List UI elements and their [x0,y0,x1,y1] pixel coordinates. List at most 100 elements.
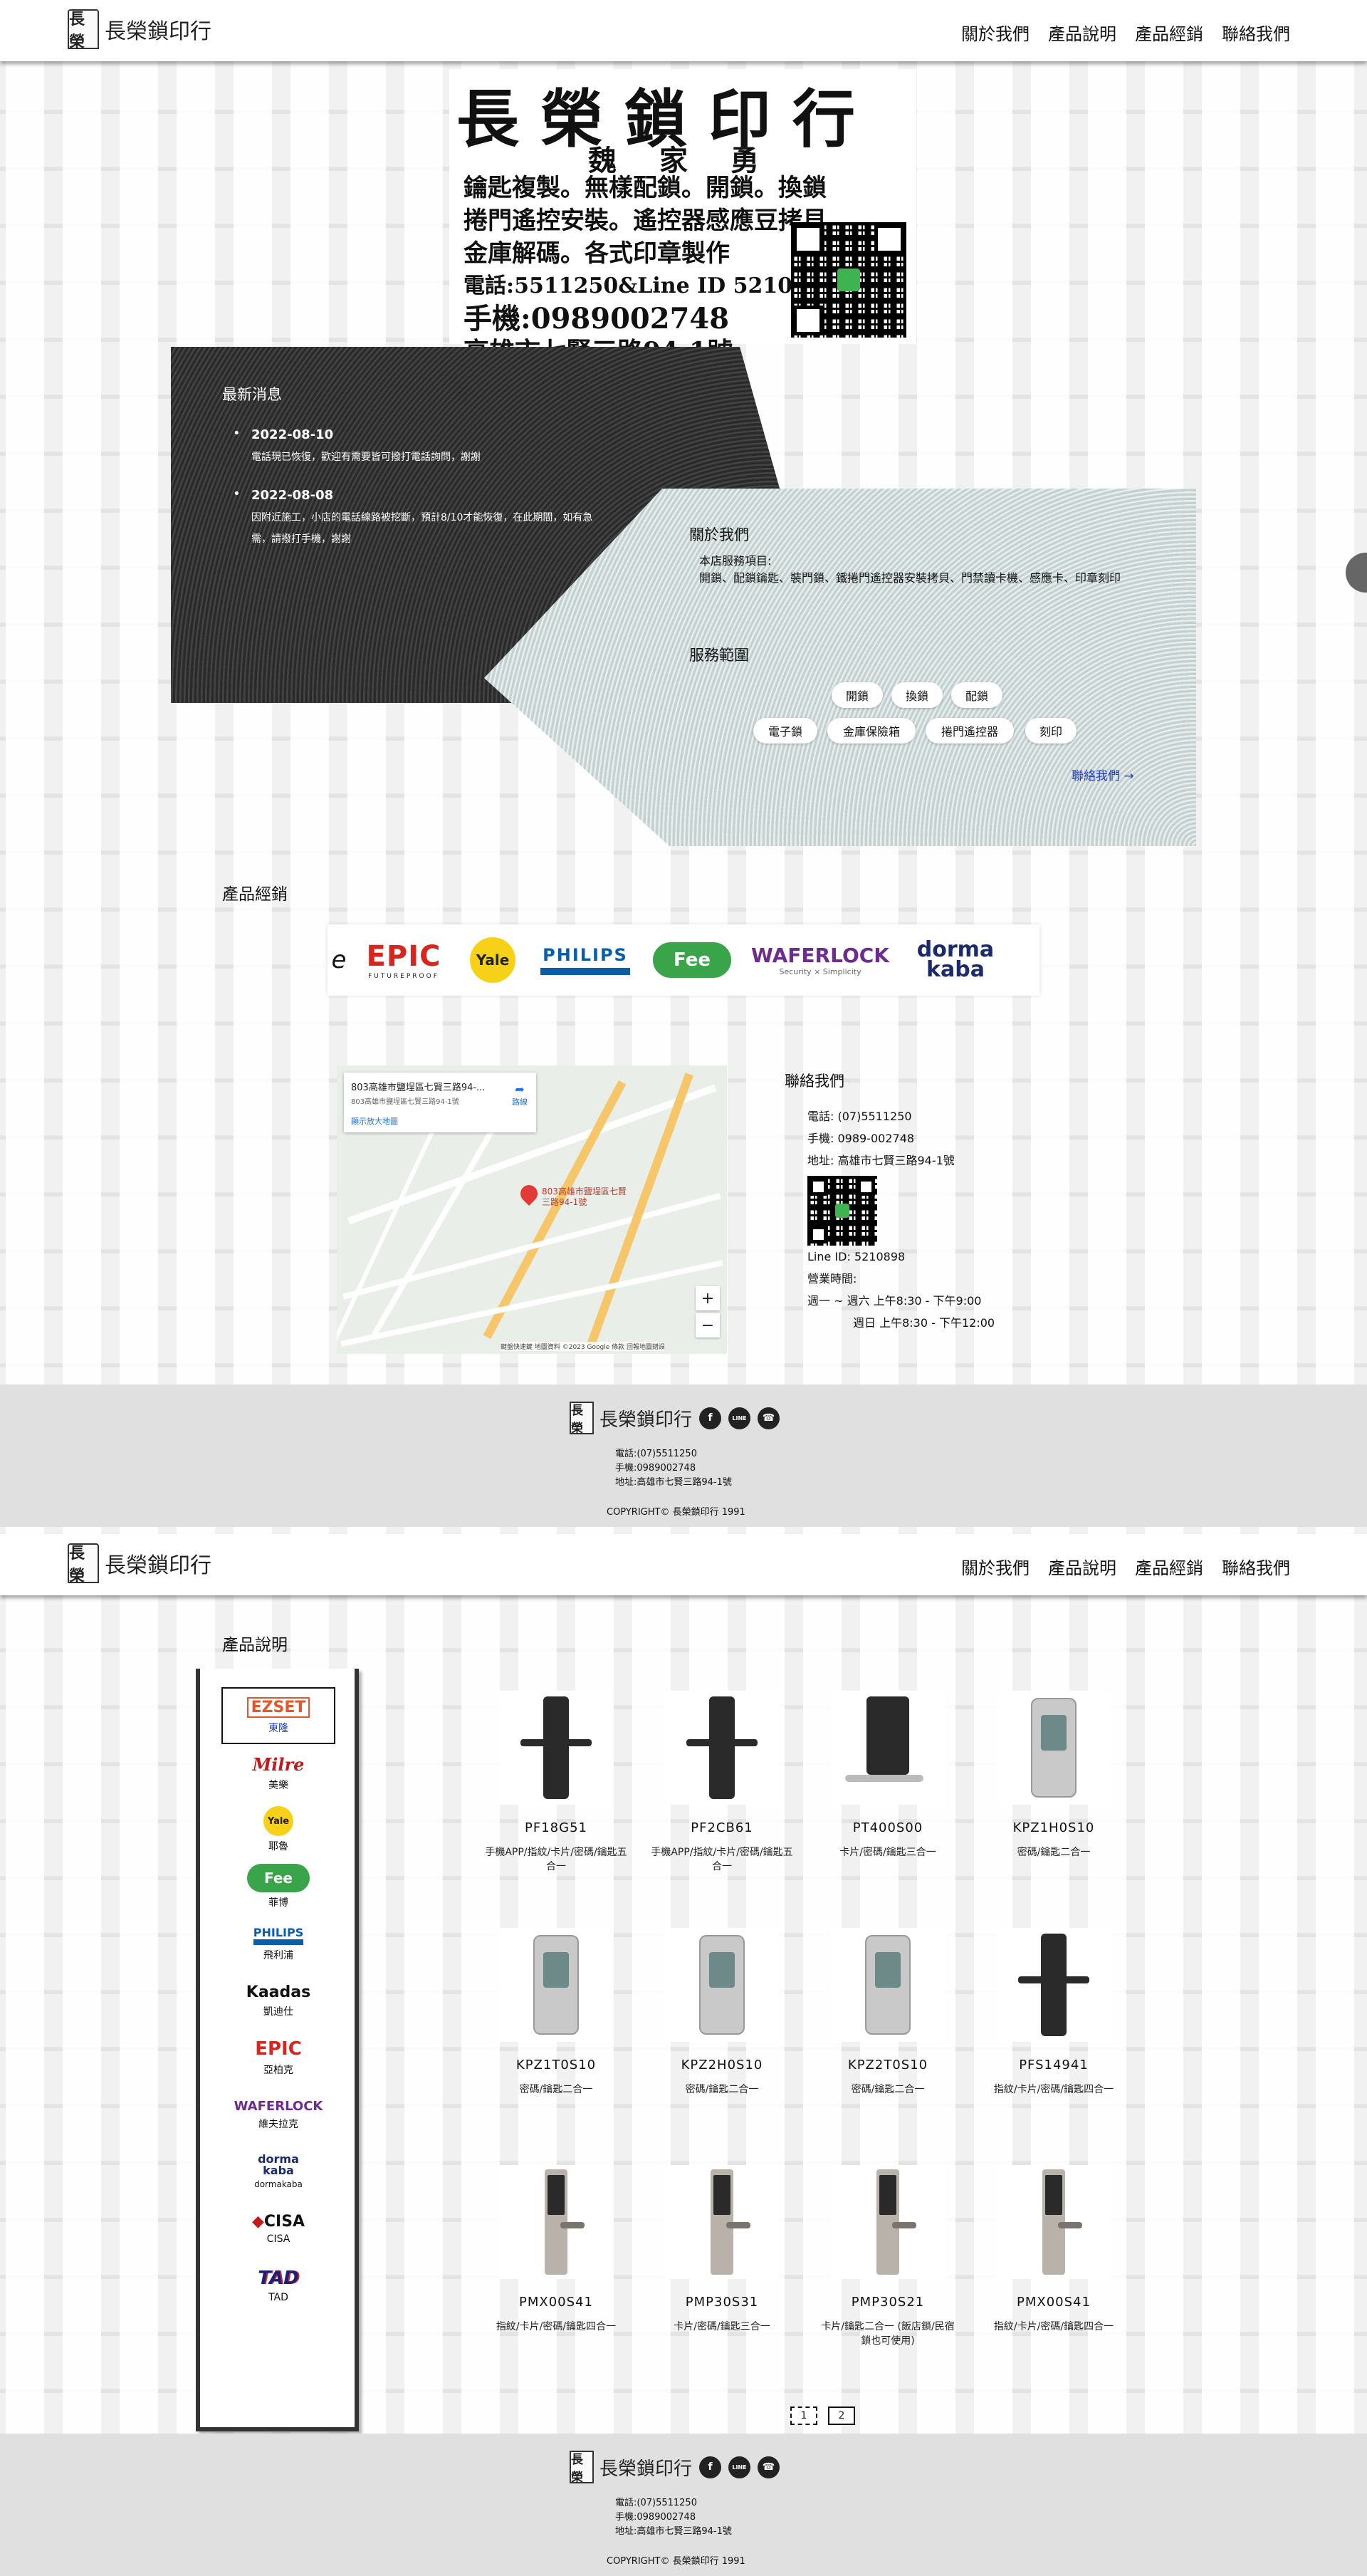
sidebar-item-fee[interactable]: Fee 菲博 [221,1858,335,1915]
product-description: 卡片/密碼/鑰匙三合一 [674,2321,770,2332]
map-card-address: 803高雄市鹽埕區七賢三路94-1號 [351,1098,459,1106]
sidebar-item-epic[interactable]: EPIC 亞柏克 [221,2029,335,2086]
product-card[interactable]: PF2CB61 手機APP/指紋/卡片/密碼/鑰匙五合一 [651,1691,793,1874]
google-map[interactable]: 803高雄市鹽埕區七賢三路94-... 803高雄市鹽埕區七賢三路94-1號 顯… [337,1065,727,1354]
product-description: 指紋/卡片/密碼/鑰匙四合一 [496,2321,617,2332]
service-chip[interactable]: 電子鎖 [753,718,817,744]
service-chip[interactable]: 配鎖 [951,682,1002,708]
footer-logo[interactable]: 長榮 長榮鎖印行 f LINE ☎ [570,1402,780,1436]
map-enlarge-link[interactable]: 顯示放大地圖 [351,1115,398,1127]
news-text: 因附近施工，小店的電話線路被挖斷，預計8/10才能恢復，在此期間，如有急需，請撥… [251,512,593,545]
product-card[interactable]: PT400S00 卡片/密碼/鑰匙三合一 [817,1691,959,1860]
service-chip[interactable]: 換鎖 [891,682,943,708]
sidebar-item-ezset[interactable]: EZSET 東隆 [221,1687,335,1744]
brand-logo-philips: PHILIPS [528,924,642,996]
product-image [665,1928,779,2042]
logo-mark-icon: 長榮 [68,9,99,51]
map-zoom-out-button[interactable]: − [696,1313,720,1337]
product-image [665,2165,779,2279]
product-description: 卡片/鑰匙二合一 (飯店鎖/民宿鎖也可使用) [821,2321,955,2347]
sidebar-item-cisa[interactable]: ◆CISA CISA [221,2200,335,2257]
product-image [997,1691,1111,1805]
main-nav: 關於我們 產品說明 產品經銷 聯絡我們 [961,1554,1290,1579]
sign-mobile: 手機:0989002748 [463,302,730,335]
service-chip[interactable]: 捲門遙控器 [926,718,1014,744]
news-item: 2022-08-08 因附近施工，小店的電話線路被挖斷，預計8/10才能恢復，在… [233,486,603,550]
service-chip[interactable]: 開鎖 [832,682,883,708]
contact-section: 聯絡我們 電話: (07)5511250 手機: 0989-002748 地址:… [785,1070,995,1334]
main-nav: 關於我們 產品說明 產品經銷 聯絡我們 [961,20,1290,45]
sign-services: 鑰匙複製。無樣配鎖。開鎖。換鎖 捲門遙控安裝。遙控器感應豆拷貝 金庫解碼。各式印… [463,172,837,368]
product-card[interactable]: PMP30S31 卡片/密碼/鑰匙三合一 [651,2165,793,2334]
nav-item-about[interactable]: 關於我們 [961,1554,1030,1579]
product-model: PF2CB61 [691,1820,753,1835]
contact-us-link[interactable]: 聯絡我們 → [1072,766,1134,783]
news-list: 2022-08-10 電話現已恢復，歡迎有需要皆可撥打電話詢問，謝謝 2022-… [233,426,603,570]
page-button[interactable]: 1 [790,2406,817,2425]
site-logo[interactable]: 長榮 長榮鎖印行 [68,9,211,51]
map-zoom-in-button[interactable]: + [696,1286,720,1310]
product-card[interactable]: KPZ2T0S10 密碼/鑰匙二合一 [817,1928,959,2097]
map-info-card: 803高雄市鹽埕區七賢三路94-... 803高雄市鹽埕區七賢三路94-1號 顯… [344,1073,536,1132]
map-attribution: 鍵盤快速鍵 地圖資料 ©2023 Google 條款 回報地圖錯誤 [501,1342,665,1351]
product-card[interactable]: PF18G51 手機APP/指紋/卡片/密碼/鑰匙五合一 [485,1691,627,1874]
sidebar-item-tad[interactable]: TAD TAD [221,2257,335,2314]
line-icon[interactable]: LINE [728,2456,751,2478]
nav-item-contact[interactable]: 聯絡我們 [1222,20,1290,45]
footer-address: 地址:高雄市七賢三路94-1號 [615,2526,732,2537]
sidebar-item-dormakaba[interactable]: dorma kaba dormakaba [221,2143,335,2200]
map-card-title: 803高雄市鹽埕區七賢三路94-... [351,1083,486,1093]
contact-hours-weekday: 週一 ~ 週六 上午8:30 - 下午9:00 [807,1294,982,1308]
sign-line: 捲門遙控安裝。遙控器感應豆拷貝 [463,207,827,235]
service-chip[interactable]: 刻印 [1025,718,1077,744]
product-description: 手機APP/指紋/卡片/密碼/鑰匙五合一 [651,1847,793,1872]
footer-mobile: 手機:0989002748 [615,1463,696,1474]
brand-logo-waferlock: WAFERLOCK Security × Simplicity [750,944,889,976]
footer-contact: 電話:(07)5511250 手機:0989002748 地址:高雄市七賢三路9… [615,2496,732,2539]
sidebar-item-philips[interactable]: PHILIPS 飛利浦 [221,1915,335,1972]
product-image [665,1691,779,1805]
page-button[interactable]: 2 [828,2406,855,2425]
product-card[interactable]: KPZ2H0S10 密碼/鑰匙二合一 [651,1928,793,2097]
site-logo[interactable]: 長榮 長榮鎖印行 [68,1543,211,1585]
footer-logo[interactable]: 長榮 長榮鎖印行 f LINE ☎ [570,2451,780,2485]
scroll-handle[interactable] [1346,553,1367,593]
facebook-icon[interactable]: f [699,1407,722,1429]
line-icon[interactable]: LINE [728,1407,751,1429]
phone-icon[interactable]: ☎ [758,1407,780,1429]
footer-phone: 電話:(07)5511250 [615,1449,697,1459]
news-text: 電話現已恢復，歡迎有需要皆可撥打電話詢問，謝謝 [251,452,481,463]
product-card[interactable]: PMX00S41 指紋/卡片/密碼/鑰匙四合一 [485,2165,627,2334]
sign-line: 鑰匙複製。無樣配鎖。開鎖。換鎖 [463,174,827,202]
nav-item-brands[interactable]: 產品經銷 [1135,20,1203,45]
nav-item-contact[interactable]: 聯絡我們 [1222,1554,1290,1579]
services-title: 服務範圍 [689,647,749,664]
map-directions-button[interactable]: ➦ 路線 [512,1083,528,1107]
product-card[interactable]: KPZ1H0S10 密碼/鑰匙二合一 [983,1691,1125,1860]
sidebar-item-waferlock[interactable]: WAFERLOCK 維夫拉克 [221,2086,335,2143]
nav-item-products[interactable]: 產品說明 [1048,20,1116,45]
product-image [499,1928,613,2042]
news-title: 最新消息 [222,386,282,403]
sidebar-item-yale[interactable]: Yale 耶魯 [221,1801,335,1858]
map-pin-icon[interactable] [517,1182,541,1206]
product-model: KPZ2H0S10 [681,2058,763,2072]
product-model: PT400S00 [852,1820,923,1835]
service-chip[interactable]: 金庫保險箱 [827,718,916,744]
facebook-icon[interactable]: f [699,2456,722,2478]
nav-item-brands[interactable]: 產品經銷 [1135,1554,1203,1579]
nav-item-about[interactable]: 關於我們 [961,20,1030,45]
nav-item-products[interactable]: 產品說明 [1048,1554,1116,1579]
product-card[interactable]: KPZ1T0S10 密碼/鑰匙二合一 [485,1928,627,2097]
phone-icon[interactable]: ☎ [758,2456,780,2478]
product-card[interactable]: PMP30S21 卡片/鑰匙二合一 (飯店鎖/民宿鎖也可使用) [817,2165,959,2348]
product-card[interactable]: PFS14941 指紋/卡片/密碼/鑰匙四合一 [983,1928,1125,2097]
brand-carousel[interactable]: e EPIC FUTUREPROOF Yale PHILIPS Fee WAFE… [328,924,1039,996]
product-model: PF18G51 [525,1820,587,1835]
news-date: 2022-08-10 [251,427,334,442]
product-card[interactable]: PMX00S41 指紋/卡片/密碼/鑰匙四合一 [983,2165,1125,2334]
sidebar-item-kaadas[interactable]: Kaadas 凱迪仕 [221,1972,335,2029]
contact-line-id: Line ID: 5210898 [807,1250,906,1263]
product-description: 密碼/鑰匙二合一 [685,2084,759,2095]
sidebar-item-milre[interactable]: Milre 美樂 [221,1744,335,1801]
